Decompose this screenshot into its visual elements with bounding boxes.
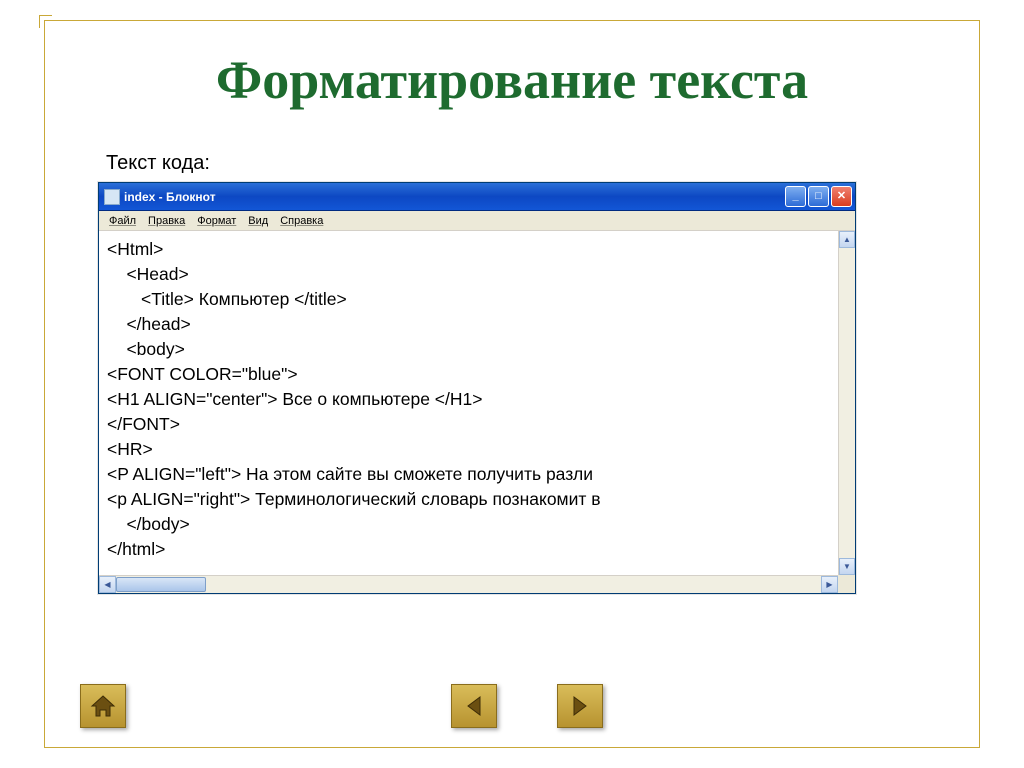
notepad-body: <Html> <Head> <Title> Компьютер </title>… (99, 231, 855, 575)
text-area[interactable]: <Html> <Head> <Title> Компьютер </title>… (99, 231, 838, 575)
menu-file[interactable]: Файл (105, 214, 140, 228)
window-title: index - Блокнот (124, 190, 785, 204)
arrow-left-icon (464, 695, 484, 717)
titlebar[interactable]: index - Блокнот _ □ ✕ (99, 183, 855, 211)
chevron-left-icon: ◀ (104, 580, 110, 589)
scroll-up-button[interactable]: ▲ (839, 231, 855, 248)
arrow-right-icon (570, 695, 590, 717)
menu-edit[interactable]: Правка (144, 214, 189, 228)
nav-buttons (0, 684, 1024, 728)
close-button[interactable]: ✕ (831, 186, 852, 207)
hscroll-thumb[interactable] (116, 577, 206, 592)
maximize-button[interactable]: □ (808, 186, 829, 207)
minimize-icon: _ (792, 191, 798, 202)
vscroll-track[interactable] (839, 248, 855, 558)
prev-button[interactable] (451, 684, 497, 728)
chevron-up-icon: ▲ (843, 235, 851, 244)
scroll-down-button[interactable]: ▼ (839, 558, 855, 575)
chevron-right-icon: ▶ (826, 580, 832, 589)
scroll-right-button[interactable]: ▶ (821, 576, 838, 593)
subheading-label: Текст кода: (106, 152, 210, 175)
vertical-scrollbar[interactable]: ▲ ▼ (838, 231, 855, 575)
notepad-window: index - Блокнот _ □ ✕ Файл Правка Формат… (98, 182, 856, 594)
horizontal-scrollbar[interactable]: ◀ ▶ (99, 575, 838, 593)
hscroll-track[interactable] (116, 576, 821, 593)
menu-help[interactable]: Справка (276, 214, 327, 228)
menu-format[interactable]: Формат (193, 214, 240, 228)
maximize-icon: □ (815, 191, 822, 202)
minimize-button[interactable]: _ (785, 186, 806, 207)
scroll-left-button[interactable]: ◀ (99, 576, 116, 593)
close-icon: ✕ (837, 191, 846, 202)
scroll-corner (838, 575, 855, 593)
app-icon (104, 189, 120, 205)
slide-title: Форматирование текста (45, 49, 979, 111)
chevron-down-icon: ▼ (843, 562, 851, 571)
next-button[interactable] (557, 684, 603, 728)
menu-view[interactable]: Вид (244, 214, 272, 228)
window-controls: _ □ ✕ (785, 186, 852, 207)
menubar: Файл Правка Формат Вид Справка (99, 211, 855, 231)
